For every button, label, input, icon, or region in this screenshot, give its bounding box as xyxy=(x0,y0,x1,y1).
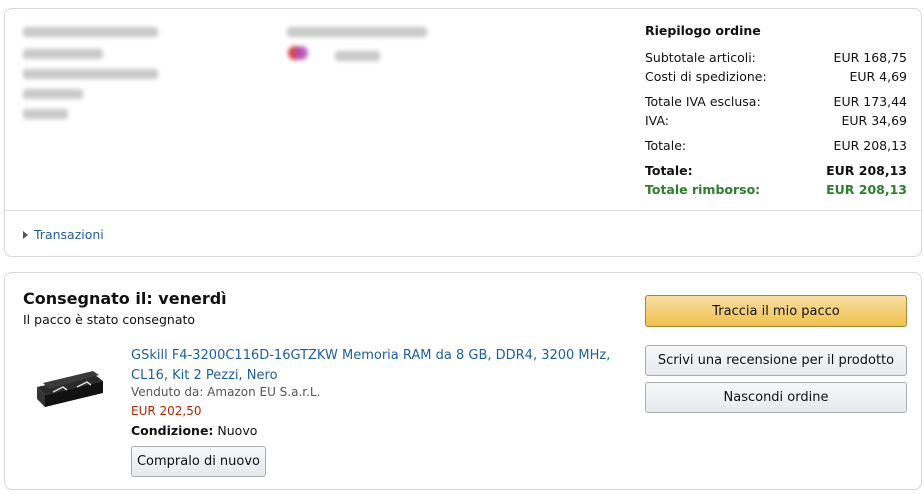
product-price: EUR 202,50 xyxy=(131,404,202,418)
product-condition: Condizione: Nuovo xyxy=(131,423,257,438)
buy-again-button[interactable]: Compralo di nuovo xyxy=(131,446,266,477)
summary-row-vat: IVA: EUR 34,69 xyxy=(645,113,907,128)
delivery-status-subtitle: Il pacco è stato consegnato xyxy=(23,312,196,327)
condition-value: Nuovo xyxy=(213,423,258,438)
condition-label: Condizione: xyxy=(131,423,214,438)
product-title-link[interactable]: GSkill F4-3200C116D-16GTZKW Memoria RAM … xyxy=(131,346,621,386)
sold-by: Venduto da: Amazon EU S.a.r.L. xyxy=(131,385,321,399)
product-image[interactable] xyxy=(33,365,113,411)
divider xyxy=(5,210,921,211)
caret-right-icon xyxy=(23,230,28,239)
summary-row-subtotal: Subtotale articoli: EUR 168,75 xyxy=(645,50,907,65)
order-summary: Riepilogo ordine Subtotale articoli: EUR… xyxy=(645,23,907,199)
transactions-label: Transazioni xyxy=(34,227,104,242)
transactions-toggle[interactable]: Transazioni xyxy=(23,227,104,242)
summary-title: Riepilogo ordine xyxy=(645,23,761,38)
write-review-button[interactable]: Scrivi una recensione per il prodotto xyxy=(645,345,907,376)
summary-row-refund-total: Totale rimborso: EUR 208,13 xyxy=(645,182,907,197)
order-details-card: Riepilogo ordine Subtotale articoli: EUR… xyxy=(4,8,922,257)
summary-row-net-total: Totale IVA esclusa: EUR 173,44 xyxy=(645,94,907,109)
summary-row-grand-total: Totale: EUR 208,13 xyxy=(645,163,907,178)
summary-row-total: Totale: EUR 208,13 xyxy=(645,138,907,153)
shipment-card: Consegnato il: venerdì Il pacco è stato … xyxy=(4,272,922,490)
delivery-status-title: Consegnato il: venerdì xyxy=(23,289,227,308)
card-icon xyxy=(287,45,309,61)
track-package-button[interactable]: Traccia il mio pacco xyxy=(645,295,907,327)
hide-order-button[interactable]: Nascondi ordine xyxy=(645,382,907,413)
summary-row-shipping: Costi di spedizione: EUR 4,69 xyxy=(645,69,907,84)
